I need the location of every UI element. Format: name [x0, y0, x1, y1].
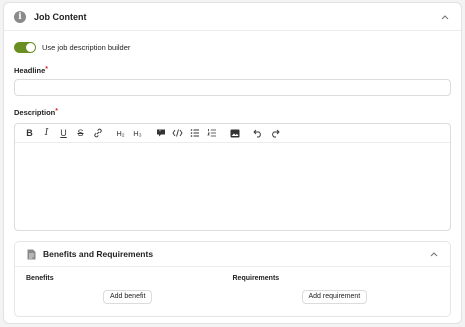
- builder-toggle[interactable]: [14, 42, 36, 53]
- benefits-requirements-section: Benefits and Requirements Benefits Add b…: [14, 241, 451, 317]
- heading-2-button[interactable]: H₂: [112, 124, 129, 143]
- undo-icon[interactable]: [249, 124, 266, 143]
- benefits-column: Benefits Add benefit: [26, 275, 233, 304]
- quote-icon[interactable]: ": [152, 124, 169, 143]
- builder-toggle-row: Use job description builder: [14, 42, 451, 53]
- section-title: Job Content: [34, 11, 87, 22]
- add-benefit-button[interactable]: Add benefit: [103, 290, 153, 304]
- benefits-requirements-title: Benefits and Requirements: [43, 249, 154, 259]
- requirements-column: Requirements Add requirement: [233, 275, 440, 304]
- strikethrough-button[interactable]: S: [72, 124, 89, 143]
- code-icon[interactable]: [169, 124, 186, 143]
- benefits-requirements-header[interactable]: Benefits and Requirements: [15, 242, 450, 267]
- link-icon[interactable]: [89, 124, 106, 143]
- builder-toggle-label: Use job description builder: [42, 43, 131, 52]
- section-header[interactable]: i Job Content: [4, 3, 461, 31]
- heading-3-button[interactable]: H₃: [129, 124, 146, 143]
- benefits-label: Benefits: [26, 275, 54, 282]
- editor-toolbar: B I U S H₂ H₃ ": [15, 124, 450, 143]
- description-label: Description*: [14, 108, 58, 117]
- add-requirement-button[interactable]: Add requirement: [301, 290, 368, 304]
- description-text-area[interactable]: [15, 143, 450, 230]
- headline-input[interactable]: [14, 79, 451, 96]
- underline-button[interactable]: U: [55, 124, 72, 143]
- redo-icon[interactable]: [266, 124, 283, 143]
- chevron-up-icon[interactable]: [439, 11, 451, 23]
- image-icon[interactable]: [226, 124, 243, 143]
- svg-text:": ": [159, 130, 161, 135]
- italic-button[interactable]: I: [38, 124, 55, 143]
- description-editor: B I U S H₂ H₃ ": [14, 123, 451, 231]
- chevron-up-icon[interactable]: [428, 248, 440, 260]
- bold-button[interactable]: B: [21, 124, 38, 143]
- requirements-label: Requirements: [232, 275, 280, 282]
- numbered-list-icon[interactable]: [203, 124, 220, 143]
- required-mark: *: [55, 108, 58, 115]
- document-icon: [25, 248, 37, 260]
- info-icon: i: [14, 10, 26, 23]
- job-content-section: i Job Content Use job description builde…: [3, 2, 462, 324]
- required-mark: *: [45, 66, 48, 73]
- bullet-list-icon[interactable]: [186, 124, 203, 143]
- headline-label: Headline*: [14, 66, 48, 75]
